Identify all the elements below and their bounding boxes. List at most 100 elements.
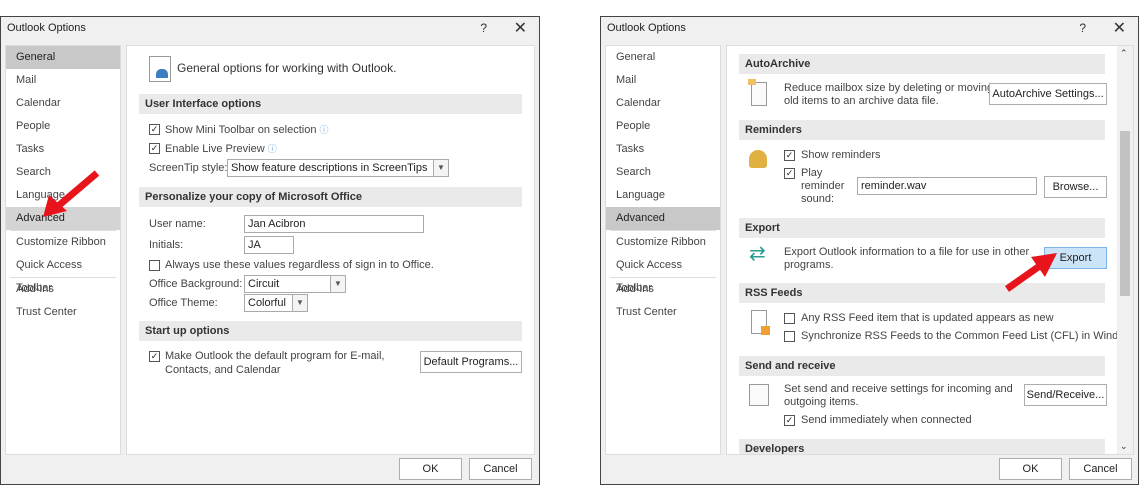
scroll-up-icon[interactable]: ⌃: [1120, 48, 1128, 59]
sidebar-item-tasks[interactable]: Tasks: [6, 138, 120, 161]
initials-input[interactable]: JA: [244, 236, 294, 254]
section-startup: Start up options: [139, 321, 522, 341]
reminder-sound-input[interactable]: reminder.wav: [857, 177, 1037, 195]
rss-new-item-label: Any RSS Feed item that is updated appear…: [801, 312, 1054, 324]
sidebar-item-customize-ribbon[interactable]: Customize Ribbon: [606, 231, 720, 254]
show-reminders-checkbox[interactable]: ✓: [784, 150, 795, 161]
section-developers: Developers: [739, 439, 1105, 454]
sidebar-item-calendar[interactable]: Calendar: [6, 92, 120, 115]
ok-button[interactable]: OK: [399, 458, 462, 480]
autoarchive-text-2: old items to an archive data file.: [784, 95, 939, 107]
export-text-2: programs.: [784, 259, 834, 271]
live-preview-checkbox[interactable]: ✓: [149, 143, 160, 154]
play-label-2: reminder: [801, 180, 845, 192]
rss-new-item-checkbox[interactable]: [784, 313, 795, 324]
ok-button[interactable]: OK: [999, 458, 1062, 480]
sidebar-item-people[interactable]: People: [606, 115, 720, 138]
rss-document-icon: [751, 310, 770, 335]
send-receive-icon: [749, 384, 769, 406]
sidebar-item-general[interactable]: General: [606, 46, 720, 69]
send-immediately-label: Send immediately when connected: [801, 414, 972, 426]
default-programs-button[interactable]: Default Programs...: [420, 351, 522, 373]
sidebar-item-advanced[interactable]: Advanced: [606, 207, 720, 230]
sidebar-item-trust-center[interactable]: Trust Center: [606, 301, 720, 324]
default-program-label-1: Make Outlook the default program for E-m…: [165, 350, 385, 362]
general-content: General options for working with Outlook…: [126, 45, 535, 455]
mini-toolbar-text: Show Mini Toolbar on selection: [165, 124, 317, 136]
sidebar: General Mail Calendar People Tasks Searc…: [605, 45, 721, 455]
bell-icon: [749, 150, 767, 168]
sidebar: General Mail Calendar People Tasks Searc…: [5, 45, 121, 455]
close-button[interactable]: ✕: [514, 18, 527, 38]
screentip-select[interactable]: Show feature descriptions in ScreenTips ▼: [227, 159, 449, 177]
live-preview-text: Enable Live Preview: [165, 143, 265, 155]
office-background-select[interactable]: Circuit ▼: [244, 275, 346, 293]
help-button[interactable]: ?: [1079, 21, 1086, 35]
browse-button[interactable]: Browse...: [1044, 176, 1107, 198]
send-immediately-checkbox[interactable]: ✓: [784, 415, 795, 426]
sidebar-item-general[interactable]: General: [6, 46, 120, 69]
mini-toolbar-checkbox[interactable]: ✓: [149, 124, 160, 135]
theme-value: Colorful: [248, 297, 286, 309]
export-arrows-icon: ⇄: [749, 243, 766, 265]
section-export: Export: [739, 218, 1105, 238]
page-heading: General options for working with Outlook…: [177, 61, 397, 75]
scroll-down-icon[interactable]: ⌄: [1120, 441, 1128, 452]
sidebar-item-trust-center[interactable]: Trust Center: [6, 301, 120, 324]
default-program-checkbox[interactable]: ✓: [149, 351, 160, 362]
initials-label: Initials:: [149, 239, 184, 251]
autoarchive-settings-button[interactable]: AutoArchive Settings...: [989, 83, 1107, 105]
outlook-options-dialog-advanced: Outlook Options ? ✕ General Mail Calenda…: [600, 16, 1139, 485]
send-receive-button[interactable]: Send/Receive...: [1024, 384, 1107, 406]
sidebar-item-add-ins[interactable]: Add-Ins: [606, 278, 720, 301]
vertical-scrollbar[interactable]: ⌃ ⌄: [1117, 46, 1133, 454]
sidebar-item-add-ins[interactable]: Add-Ins: [6, 278, 120, 301]
mini-toolbar-label: Show Mini Toolbar on selection ⓘ: [165, 123, 329, 136]
username-input[interactable]: Jan Acibron: [244, 215, 424, 233]
sidebar-item-calendar[interactable]: Calendar: [606, 92, 720, 115]
section-autoarchive: AutoArchive: [739, 54, 1105, 74]
autoarchive-text-1: Reduce mailbox size by deleting or movin…: [784, 82, 994, 94]
export-text-1: Export Outlook information to a file for…: [784, 246, 1030, 258]
theme-label: Office Theme:: [149, 297, 218, 309]
section-send-receive: Send and receive: [739, 356, 1105, 376]
general-options-icon: [149, 56, 171, 82]
background-value: Circuit: [248, 278, 280, 290]
red-arrow-annotation: [1004, 253, 1057, 292]
section-personalize: Personalize your copy of Microsoft Offic…: [139, 187, 522, 207]
sidebar-item-quick-access-toolbar[interactable]: Quick Access Toolbar: [606, 254, 720, 294]
sidebar-item-customize-ribbon[interactable]: Customize Ribbon: [6, 231, 120, 254]
section-reminders: Reminders: [739, 120, 1105, 140]
chevron-down-icon: ▼: [330, 276, 345, 292]
help-button[interactable]: ?: [480, 21, 487, 35]
scrollbar-thumb[interactable]: [1120, 131, 1130, 296]
sidebar-item-people[interactable]: People: [6, 115, 120, 138]
always-use-label: Always use these values regardless of si…: [165, 259, 434, 271]
play-sound-checkbox[interactable]: ✓: [784, 168, 795, 179]
rss-sync-label: Synchronize RSS Feeds to the Common Feed…: [801, 330, 1134, 342]
rss-sync-checkbox[interactable]: [784, 331, 795, 342]
sidebar-item-mail[interactable]: Mail: [606, 69, 720, 92]
cancel-button[interactable]: Cancel: [469, 458, 532, 480]
play-label-1: Play: [801, 167, 823, 179]
send-text-1: Set send and receive settings for incomi…: [784, 383, 1013, 395]
send-text-2: outgoing items.: [784, 396, 859, 408]
sidebar-item-search[interactable]: Search: [606, 161, 720, 184]
chevron-down-icon: ▼: [433, 160, 448, 176]
outlook-options-dialog-general: Outlook Options ? ✕ General Mail Calenda…: [0, 16, 540, 485]
sidebar-item-quick-access-toolbar[interactable]: Quick Access Toolbar: [6, 254, 120, 294]
always-use-checkbox[interactable]: [149, 260, 160, 271]
dialog-title: Outlook Options: [607, 22, 686, 34]
show-reminders-label: Show reminders: [801, 149, 881, 161]
sidebar-item-tasks[interactable]: Tasks: [606, 138, 720, 161]
background-label: Office Background:: [149, 278, 243, 290]
dialog-title: Outlook Options: [7, 22, 86, 34]
advanced-content: AutoArchive Reduce mailbox size by delet…: [726, 45, 1134, 455]
info-icon: ⓘ: [319, 125, 329, 135]
close-button[interactable]: ✕: [1113, 18, 1126, 38]
sidebar-item-language[interactable]: Language: [606, 184, 720, 207]
office-theme-select[interactable]: Colorful ▼: [244, 294, 308, 312]
cancel-button[interactable]: Cancel: [1069, 458, 1132, 480]
section-user-interface: User Interface options: [139, 94, 522, 114]
sidebar-item-mail[interactable]: Mail: [6, 69, 120, 92]
